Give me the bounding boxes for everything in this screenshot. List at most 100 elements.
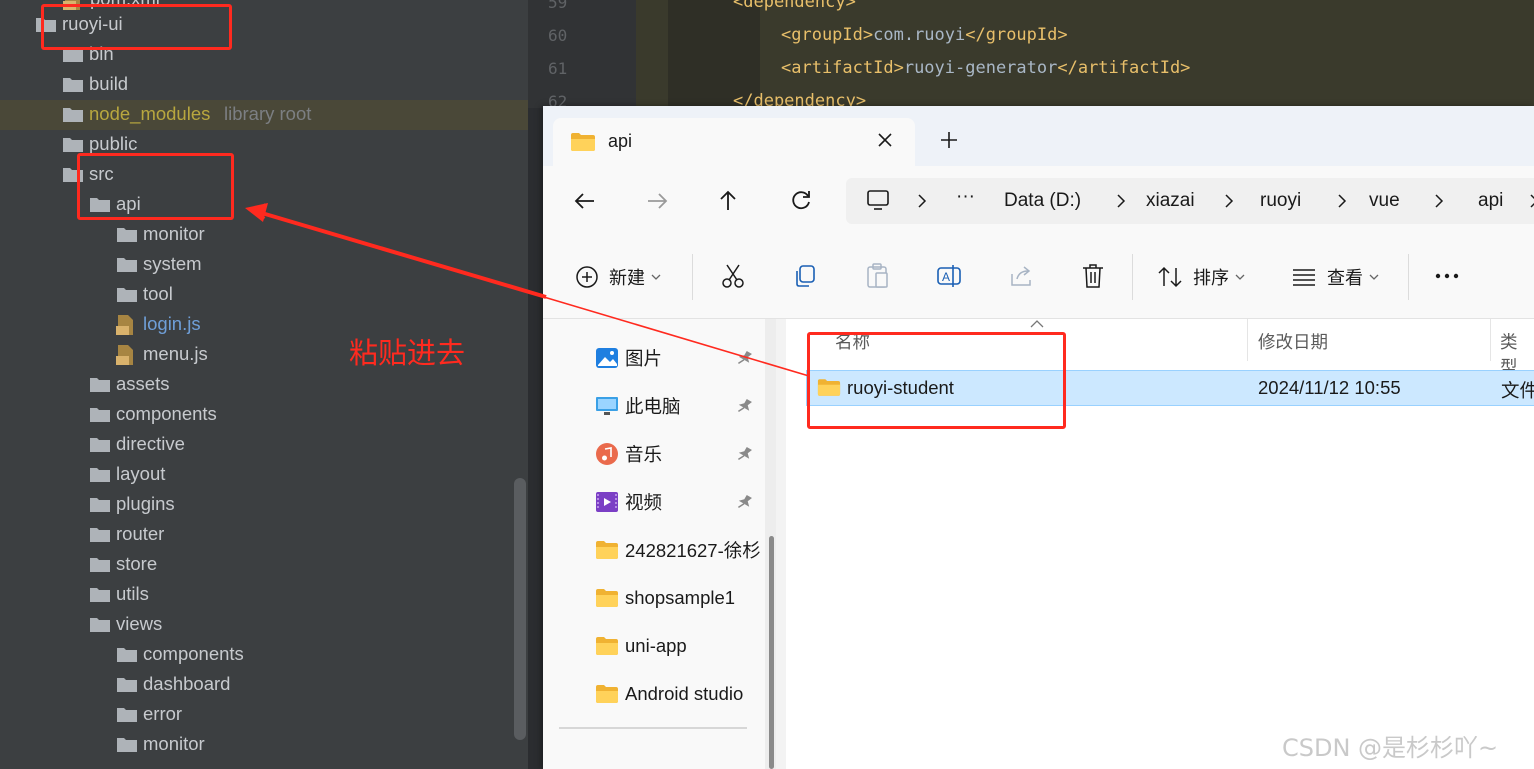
tree-folder-row[interactable]: error: [0, 700, 528, 730]
copy-icon[interactable]: [791, 262, 819, 290]
tab-title: api: [608, 131, 633, 151]
forward-icon[interactable]: [644, 188, 670, 214]
folder-icon: [90, 438, 110, 452]
folder-icon: [596, 637, 618, 655]
nav-item[interactable]: uni-app: [595, 630, 763, 662]
code-line[interactable]: 59 <dependency>: [528, 0, 1534, 19]
sort-ascending-icon: [1030, 320, 1044, 328]
chevron-right-icon[interactable]: [1115, 194, 1127, 208]
tree-folder-row[interactable]: plugins: [0, 490, 528, 520]
code-line[interactable]: 62 </dependency>: [528, 85, 1534, 108]
tree-item-label: monitor: [143, 223, 205, 244]
tree-folder-row[interactable]: monitor: [0, 730, 528, 760]
tree-folder-row[interactable]: utils: [0, 580, 528, 610]
view-button[interactable]: 查看: [1291, 262, 1379, 292]
nav-item[interactable]: 242821627-徐杉: [595, 534, 763, 566]
code-line[interactable]: 60 <groupId>com.ruoyi</groupId>: [528, 19, 1534, 52]
tree-folder-row[interactable]: node_modules library root: [0, 100, 528, 130]
breadcrumb-item[interactable]: ruoyi: [1260, 190, 1301, 212]
more-options-icon[interactable]: [1433, 262, 1461, 290]
cut-icon[interactable]: [719, 262, 747, 290]
line-number: 61: [548, 59, 568, 78]
folder-icon: [596, 589, 618, 607]
code-token: </groupId>: [965, 25, 1068, 45]
tree-folder-row[interactable]: router: [0, 520, 528, 550]
tree-item-label: monitor: [143, 733, 205, 754]
breadcrumb-item[interactable]: Data (D:): [1004, 190, 1081, 212]
breadcrumb-item[interactable]: api: [1478, 190, 1503, 212]
tree-folder-row[interactable]: components: [0, 640, 528, 670]
tree-item-label: layout: [116, 463, 166, 484]
sort-button[interactable]: 排序: [1157, 262, 1245, 292]
delete-icon[interactable]: [1079, 262, 1107, 290]
nav-item-label: 图片: [625, 348, 663, 369]
tab-api[interactable]: api: [553, 118, 915, 166]
tree-item-label: router: [116, 523, 165, 544]
paste-icon[interactable]: [863, 262, 891, 290]
breadcrumb-item[interactable]: vue: [1369, 190, 1400, 212]
tree-folder-row[interactable]: monitor: [0, 220, 528, 250]
tab-bar: api: [543, 106, 1534, 166]
tree-folder-row[interactable]: store: [0, 550, 528, 580]
nav-item-label: 视频: [625, 492, 663, 513]
code-token: <artifactId>: [781, 58, 904, 78]
code-text: <dependency>: [733, 0, 856, 12]
tree-folder-row[interactable]: components: [0, 400, 528, 430]
share-icon[interactable]: [1007, 262, 1035, 290]
new-button[interactable]: 新建: [575, 262, 661, 292]
chevron-right-icon[interactable]: [1336, 194, 1348, 208]
code-editor: 59 <dependency> 60 <groupId>com.ruoyi</grou…: [528, 0, 1534, 108]
paste-instruction-label: 粘贴进去: [349, 336, 466, 370]
column-header-modified[interactable]: 修改日期: [1258, 329, 1328, 354]
tree-scrollbar-thumb[interactable]: [514, 478, 526, 740]
nav-divider: [559, 727, 747, 729]
tree-folder-row[interactable]: assets: [0, 370, 528, 400]
code-text: <groupId>com.ruoyi</groupId>: [781, 25, 1068, 45]
refresh-icon[interactable]: [788, 188, 814, 214]
chevron-right-icon[interactable]: [1223, 194, 1235, 208]
folder-icon: [571, 133, 595, 151]
videos-icon: [596, 492, 618, 512]
tree-item-label: store: [116, 553, 158, 574]
tree-item-label: utils: [116, 583, 149, 604]
chevron-right-icon: [918, 194, 927, 208]
up-icon[interactable]: [715, 188, 741, 214]
javascript-file-icon: [116, 315, 133, 335]
chevron-right-icon[interactable]: [1433, 194, 1445, 208]
tree-folder-row[interactable]: build: [0, 70, 528, 100]
nav-scrollbar-thumb[interactable]: [769, 536, 774, 769]
chevron-down-icon: [1369, 274, 1379, 280]
nav-item-label: 242821627-徐杉: [625, 540, 761, 561]
folder-icon: [117, 228, 137, 242]
code-token: ruoyi-generator: [903, 58, 1058, 78]
tree-folder-row[interactable]: tool: [0, 280, 528, 310]
column-separator[interactable]: [1247, 319, 1248, 361]
code-line[interactable]: 61 <artifactId>ruoyi-generator</artifactI…: [528, 52, 1534, 85]
navigation-pane: 图片 此电脑 音乐 视频 242821627-徐杉 shopsample1 uni-app A…: [543, 319, 776, 769]
nav-item[interactable]: shopsample1: [595, 582, 763, 614]
column-separator[interactable]: [1490, 319, 1491, 361]
tree-folder-row[interactable]: system: [0, 250, 528, 280]
new-tab-icon[interactable]: [939, 130, 959, 150]
divider: [692, 254, 693, 300]
folder-icon: [596, 541, 618, 559]
tree-item-label: public: [89, 133, 138, 154]
folder-icon: [90, 618, 110, 632]
folder-icon: [90, 378, 110, 392]
close-icon[interactable]: [873, 128, 897, 152]
tree-folder-row[interactable]: directive: [0, 430, 528, 460]
command-bar: 新建 A 排序 查看: [543, 238, 1534, 319]
back-icon[interactable]: [572, 188, 598, 214]
this-pc-icon: [596, 397, 618, 415]
view-label: 查看: [1327, 268, 1363, 288]
overflow-ellipsis[interactable]: ···: [956, 186, 975, 208]
tree-folder-row[interactable]: layout: [0, 460, 528, 490]
folder-icon: [63, 78, 83, 92]
chevron-right-icon[interactable]: [1528, 194, 1534, 208]
tree-folder-row[interactable]: views: [0, 610, 528, 640]
rename-icon[interactable]: A: [935, 262, 963, 290]
nav-item[interactable]: Android studio: [595, 678, 763, 710]
address-box[interactable]: ··· Data (D:) xiazai ruoyi vue api: [846, 178, 1534, 224]
breadcrumb-item[interactable]: xiazai: [1146, 190, 1195, 212]
tree-folder-row[interactable]: dashboard: [0, 670, 528, 700]
